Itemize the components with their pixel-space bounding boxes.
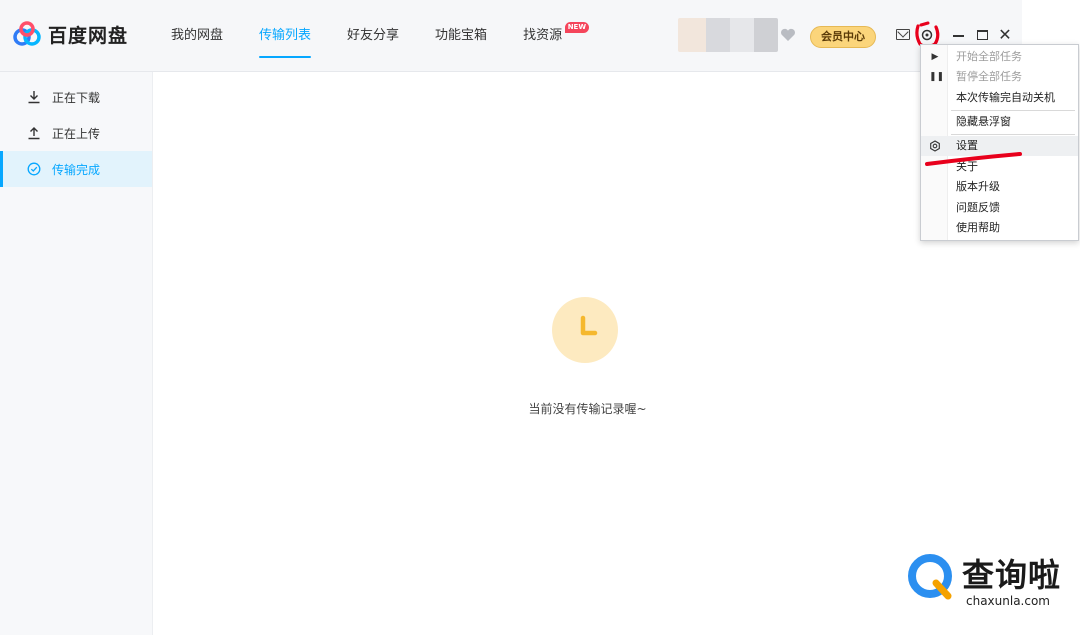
menu-item-label: 开始全部任务 <box>956 50 1022 63</box>
play-icon: ▶ <box>931 52 939 62</box>
tab-transfer-list[interactable]: 传输列表 <box>248 0 322 72</box>
user-avatar-blurred[interactable] <box>678 18 778 52</box>
empty-state-text: 当前没有传输记录喔~ <box>528 402 647 416</box>
main-nav: 我的网盘 传输列表 好友分享 功能宝箱 找资源 NEW <box>160 0 590 72</box>
search-q-logo-icon <box>908 554 952 600</box>
maximize-icon[interactable] <box>977 30 988 40</box>
sidebar-item-uploading[interactable]: 正在上传 <box>0 115 152 151</box>
tab-label: 功能宝箱 <box>435 28 488 43</box>
app-window: 百度网盘 我的网盘 传输列表 好友分享 功能宝箱 找资源 NEW 会员中心 ✕ … <box>0 0 1022 635</box>
tab-friend-share[interactable]: 好友分享 <box>336 0 410 72</box>
menu-item-pause-all[interactable]: ❚❚ 暂停全部任务 <box>921 67 1078 87</box>
check-circle-icon <box>26 161 42 177</box>
menu-item-help[interactable]: 使用帮助 <box>921 218 1078 238</box>
menu-item-upgrade[interactable]: 版本升级 <box>921 177 1078 197</box>
annotation-underline <box>925 152 1022 166</box>
menu-item-hide-float-window[interactable]: 隐藏悬浮窗 <box>921 112 1078 132</box>
settings-dropdown-menu: ▶ 开始全部任务 ❚❚ 暂停全部任务 本次传输完自动关机 隐藏悬浮窗 设置 关于… <box>920 44 1079 241</box>
watermark: 查询啦 chaxunla.com <box>902 548 1080 614</box>
menu-separator <box>951 134 1075 135</box>
new-badge: NEW <box>564 22 590 33</box>
menu-item-label: 隐藏悬浮窗 <box>956 115 1011 128</box>
tab-label: 我的网盘 <box>171 28 224 43</box>
baidu-cloud-logo-icon <box>13 21 41 46</box>
menu-item-feedback[interactable]: 问题反馈 <box>921 198 1078 218</box>
sidebar-item-label: 正在上传 <box>52 126 101 141</box>
logo[interactable]: 百度网盘 <box>12 20 128 48</box>
mail-icon[interactable] <box>896 29 910 40</box>
logo-text: 百度网盘 <box>48 24 129 47</box>
tab-label: 传输列表 <box>259 28 312 43</box>
download-icon <box>26 89 42 105</box>
heart-icon[interactable] <box>780 28 796 42</box>
close-icon[interactable]: ✕ <box>997 26 1013 44</box>
menu-item-label: 暂停全部任务 <box>956 70 1022 83</box>
tab-my-disk[interactable]: 我的网盘 <box>160 0 234 72</box>
watermark-title: 查询啦 <box>962 556 1062 594</box>
menu-item-label: 问题反馈 <box>956 201 1000 214</box>
tab-toolbox[interactable]: 功能宝箱 <box>424 0 498 72</box>
watermark-site: chaxunla.com <box>966 594 1050 608</box>
transfer-main-area: 当前没有传输记录喔~ <box>153 72 1022 635</box>
vip-center-button[interactable]: 会员中心 <box>810 26 876 48</box>
sidebar-item-label: 传输完成 <box>52 162 101 177</box>
menu-item-start-all[interactable]: ▶ 开始全部任务 <box>921 47 1078 67</box>
menu-item-label: 本次传输完自动关机 <box>956 91 1055 104</box>
tab-label: 找资源 <box>523 28 563 43</box>
sidebar-item-label: 正在下载 <box>52 90 101 105</box>
sidebar-item-completed[interactable]: 传输完成 <box>0 151 152 187</box>
menu-item-auto-shutdown[interactable]: 本次传输完自动关机 <box>921 88 1078 108</box>
menu-item-label: 版本升级 <box>956 180 1000 193</box>
menu-item-label: 使用帮助 <box>956 221 1000 234</box>
header-bar: 百度网盘 我的网盘 传输列表 好友分享 功能宝箱 找资源 NEW 会员中心 ✕ <box>0 0 1022 72</box>
sidebar-item-downloading[interactable]: 正在下载 <box>0 79 152 115</box>
clock-icon <box>552 297 618 363</box>
pause-icon: ❚❚ <box>929 72 945 82</box>
menu-separator <box>951 110 1075 111</box>
tab-label: 好友分享 <box>347 28 400 43</box>
upload-icon <box>26 125 42 141</box>
minimize-icon[interactable] <box>953 35 964 37</box>
sidebar: 正在下载 正在上传 传输完成 <box>0 72 153 635</box>
tab-find-resources[interactable]: 找资源 NEW <box>512 0 590 72</box>
